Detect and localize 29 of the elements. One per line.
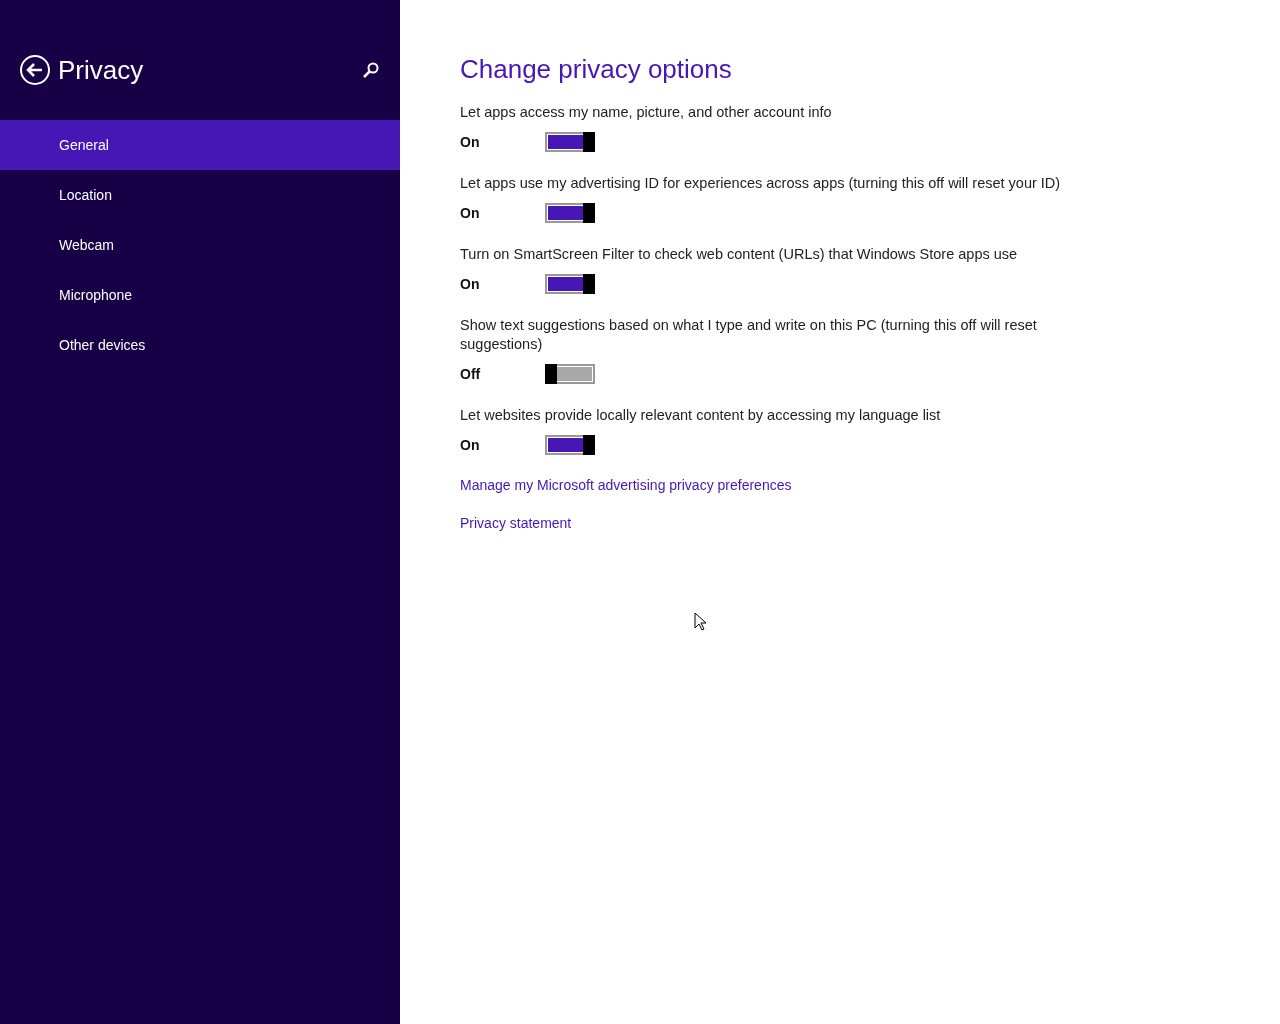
setting-label: Let websites provide locally relevant content by accessing my language list bbox=[460, 406, 942, 425]
link[interactable]: Privacy statement bbox=[460, 515, 572, 531]
mouse-pointer-icon bbox=[694, 612, 706, 631]
toggle-switch[interactable] bbox=[545, 364, 595, 384]
link[interactable]: Manage my Microsoft advertising privacy preferences bbox=[460, 477, 792, 493]
toggle-state: Off bbox=[460, 366, 482, 382]
back-button[interactable] bbox=[20, 55, 50, 85]
toggle-switch[interactable] bbox=[545, 132, 595, 152]
toggle-state: On bbox=[460, 437, 481, 453]
sidebar-item[interactable]: Other devices bbox=[0, 320, 400, 370]
setting-label: Let apps access my name, picture, and other account info bbox=[460, 103, 833, 122]
page-title: Change privacy options bbox=[460, 54, 733, 85]
sidebar-item[interactable]: General bbox=[0, 120, 400, 170]
sidebar-item[interactable]: Location bbox=[0, 170, 400, 220]
setting-label: Show text suggestions based on what I type and write on this PC (turning this off will reset suggestions) bbox=[460, 316, 1038, 354]
sidebar-item[interactable]: Microphone bbox=[0, 270, 400, 320]
setting-label: Let apps use my advertising ID for experiences across apps (turning this off will reset your ID) bbox=[460, 174, 1062, 193]
toggle-state: On bbox=[460, 276, 481, 292]
sidebar-item[interactable]: Webcam bbox=[0, 220, 400, 270]
toggle-switch[interactable] bbox=[545, 274, 595, 294]
toggle-state: On bbox=[460, 205, 481, 221]
toggle-state: On bbox=[460, 134, 481, 150]
setting-label: Turn on SmartScreen Filter to check web content (URLs) that Windows Store apps use bbox=[460, 245, 1019, 264]
back-arrow-icon bbox=[26, 62, 44, 78]
toggle-switch[interactable] bbox=[545, 203, 595, 223]
toggle-switch[interactable] bbox=[545, 435, 595, 455]
search-icon bbox=[362, 61, 380, 79]
sidebar-title: Privacy bbox=[58, 54, 145, 86]
search-button[interactable] bbox=[362, 61, 380, 79]
